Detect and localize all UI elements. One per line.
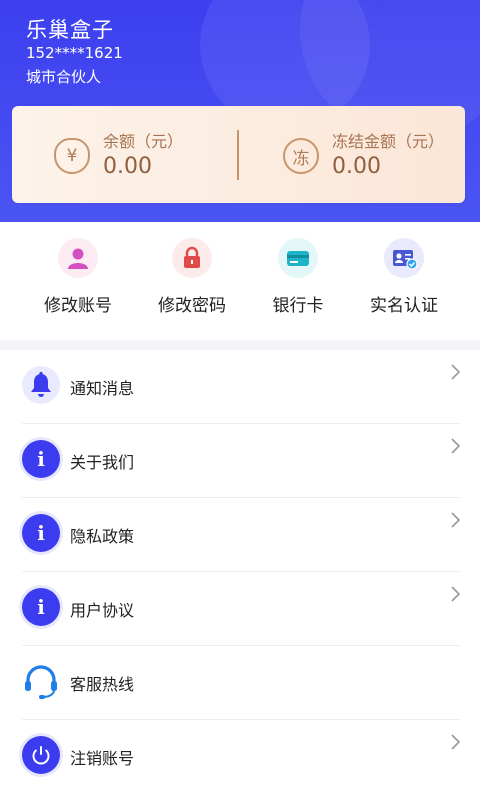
menu-item-privacy-policy[interactable]: i 隐私政策 — [0, 498, 480, 572]
user-name: 乐巢盒子 — [26, 18, 114, 42]
lock-icon — [172, 238, 212, 278]
bank-card-button[interactable]: 银行卡 — [238, 238, 358, 333]
menu-item-notifications[interactable]: 通知消息 — [0, 350, 480, 424]
frozen-balance-label: 冻结金额（元） — [332, 132, 445, 151]
chevron-right-icon — [451, 364, 461, 380]
available-balance-value: 0.00 — [103, 154, 152, 179]
chevron-right-icon — [451, 512, 461, 528]
menu-item-deactivate-account[interactable]: 注销账号 — [0, 720, 480, 794]
modify-account-label: 修改账号 — [44, 296, 112, 316]
info-icon: i — [22, 588, 60, 626]
menu-item-about-us[interactable]: i 关于我们 — [0, 424, 480, 498]
settings-menu: 通知消息 i 关于我们 i 隐私政策 i 用户协议 客服热线 注销账号 — [0, 350, 480, 800]
chevron-right-icon — [451, 734, 461, 750]
modify-password-label: 修改密码 — [158, 296, 226, 316]
chevron-right-icon — [451, 438, 461, 454]
power-icon — [22, 736, 60, 774]
menu-item-user-agreement[interactable]: i 用户协议 — [0, 572, 480, 646]
user-icon — [58, 238, 98, 278]
headset-icon — [22, 662, 60, 700]
menu-item-label: 隐私政策 — [70, 527, 135, 546]
quick-actions: 修改账号 修改密码 银行卡 实名认证 — [0, 222, 480, 340]
balance-divider — [237, 130, 239, 180]
bell-icon — [22, 366, 60, 404]
balance-card: ¥ 余额（元） 0.00 冻 冻结金额（元） 0.00 — [12, 106, 465, 203]
menu-item-customer-hotline[interactable]: 客服热线 — [0, 646, 480, 720]
real-name-verification-label: 实名认证 — [370, 296, 438, 316]
info-icon: i — [22, 440, 60, 478]
menu-item-label: 用户协议 — [70, 601, 135, 620]
id-card-icon — [384, 238, 424, 278]
modify-account-button[interactable]: 修改账号 — [18, 238, 138, 333]
menu-item-label: 关于我们 — [70, 453, 135, 472]
user-role: 城市合伙人 — [26, 68, 102, 86]
bank-card-label: 银行卡 — [272, 296, 324, 316]
menu-item-label: 通知消息 — [70, 379, 135, 398]
real-name-verification-button[interactable]: 实名认证 — [344, 238, 464, 333]
frozen-icon: 冻 — [283, 138, 319, 174]
available-balance-label: 余额（元） — [103, 132, 184, 151]
modify-password-button[interactable]: 修改密码 — [132, 238, 252, 333]
menu-item-label: 客服热线 — [70, 675, 135, 694]
user-phone: 152****1621 — [26, 44, 123, 62]
yen-bag-icon: ¥ — [54, 138, 90, 174]
bank-card-icon — [278, 238, 318, 278]
chevron-right-icon — [451, 586, 461, 602]
frozen-balance-value: 0.00 — [332, 154, 381, 179]
menu-item-label: 注销账号 — [70, 749, 135, 768]
info-icon: i — [22, 514, 60, 552]
